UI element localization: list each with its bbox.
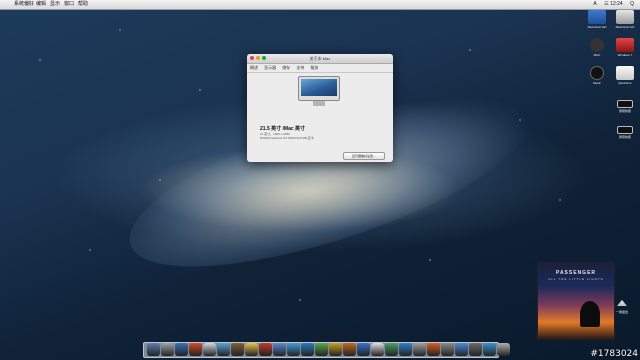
tree-silhouette [580, 301, 600, 327]
model-name: 21.5 英寸 iMac 英寸 [260, 126, 306, 132]
music-disc-icon [590, 66, 604, 80]
window-title: 关于本 Mac [309, 56, 331, 61]
menu-item[interactable]: 帮助 [78, 0, 88, 9]
dock-app-icon[interactable] [440, 343, 454, 356]
input-menu[interactable]: A [593, 1, 596, 7]
desktop-icon-screenshot-2[interactable]: 屏幕快照 [612, 126, 638, 139]
camera-icon [590, 38, 604, 52]
tab-service[interactable]: 服务 [311, 65, 319, 70]
dock-app-icon[interactable] [188, 343, 202, 356]
dock-app-icon[interactable] [300, 343, 314, 356]
imac-stand [313, 101, 325, 106]
desktop-icon-label: Macintosh HD [587, 25, 607, 29]
tab-bar: 概述 显示器 储存 支持 服务 [247, 64, 393, 73]
menu-item[interactable]: 显示 [50, 0, 60, 9]
desktop-icon-quicktime[interactable]: Quicktime [612, 66, 638, 85]
desktop-icon-label: 屏幕快照 [618, 135, 631, 139]
hard-drive-icon [588, 10, 606, 24]
dock-app-icon[interactable] [146, 343, 160, 356]
imac-display [301, 79, 337, 96]
windows-drive-icon [616, 38, 634, 52]
dock-app-icon[interactable] [370, 343, 384, 356]
screenshot-file-icon [617, 100, 633, 108]
dock-app-icon[interactable] [286, 343, 300, 356]
dock-app-icon[interactable] [244, 343, 258, 356]
tab-displays[interactable]: 显示器 [264, 65, 276, 70]
album-artist: PASSENGER [555, 270, 597, 276]
desktop-icon-windows[interactable]: Windows 7 [612, 38, 638, 57]
clock[interactable]: 三 12:24 [604, 1, 623, 7]
display-preferences-button[interactable]: 显示器偏好设置… [343, 152, 385, 160]
spotlight-icon[interactable]: Q [630, 1, 634, 7]
imac-image [298, 76, 340, 106]
desktop-icon-label: Windows 7 [617, 53, 633, 57]
dock-app-icon[interactable] [356, 343, 370, 356]
dock-app-icon[interactable] [426, 343, 440, 356]
dock-app-icon[interactable] [454, 343, 468, 356]
screenshot-file-icon [617, 126, 633, 134]
watermark: #1783024 [590, 349, 638, 359]
dock-app-icon[interactable] [412, 343, 426, 356]
menu-item[interactable]: 窗口 [64, 0, 74, 9]
dock-app-icon[interactable] [174, 343, 188, 356]
eject-all-icon[interactable]: 一键退出 [612, 300, 632, 314]
desktop-icon-label: Quicktime [618, 81, 632, 85]
tab-support[interactable]: 支持 [296, 65, 304, 70]
eject-label: 一键退出 [615, 310, 628, 314]
dock-app-icon[interactable] [258, 343, 272, 356]
dock-app-icon[interactable] [482, 343, 496, 356]
dock-app-icon[interactable] [496, 343, 510, 356]
desktop-icon-screenshot-1[interactable]: 屏幕快照 [612, 100, 638, 113]
imac-screen [298, 76, 340, 101]
dock-app-icon[interactable] [202, 343, 216, 356]
dock-app-icon[interactable] [328, 343, 342, 356]
dock-app-icon[interactable] [342, 343, 356, 356]
status-area: A 三 12:24 Q [587, 0, 634, 9]
hard-drive-icon [616, 10, 634, 24]
about-this-mac-window: 关于本 Mac 概述 显示器 储存 支持 服务 21.5 英寸 iMac 英寸 … [247, 54, 393, 162]
desktop-icon-label: Music [593, 81, 601, 85]
album-art-widget[interactable]: PASSENGER ALL THE LITTLE LIGHTS [537, 262, 615, 340]
dock-app-icon[interactable] [384, 343, 398, 356]
desktop-icon-label: Macintosh HD [615, 25, 635, 29]
menu-bar: 系统偏好 编辑 显示 窗口 帮助 A 三 12:24 Q [0, 0, 640, 10]
menu-item[interactable]: 编辑 [36, 0, 46, 9]
eject-icon [617, 300, 627, 306]
desktop-icon-label: MAC [593, 53, 601, 57]
app-icon [616, 66, 634, 80]
dock-app-icon[interactable] [314, 343, 328, 356]
desktop-icon-hd[interactable]: Macintosh HD [584, 10, 610, 29]
album-title: ALL THE LITTLE LIGHTS [548, 277, 604, 281]
graphics-spec: NVIDIA GeForce GT 640M 512 MB 显卡 [260, 136, 314, 140]
desktop-icon-label: 屏幕快照 [618, 109, 631, 113]
desktop-icon-hd2[interactable]: Macintosh HD [612, 10, 638, 29]
dock-app-icon[interactable] [468, 343, 482, 356]
tab-overview[interactable]: 概述 [250, 65, 258, 70]
dock-app-icon[interactable] [398, 343, 412, 356]
menu-item[interactable]: 系统偏好 [14, 0, 34, 9]
window-titlebar[interactable]: 关于本 Mac [247, 54, 393, 64]
dock-app-icon[interactable] [272, 343, 286, 356]
dock [143, 342, 510, 358]
dock-app-icon[interactable] [230, 343, 244, 356]
dock-app-icon[interactable] [216, 343, 230, 356]
dock-app-icon[interactable] [160, 343, 174, 356]
tab-storage[interactable]: 储存 [282, 65, 290, 70]
desktop-icon-music[interactable]: Music [584, 66, 610, 85]
desktop-icon-mac[interactable]: MAC [584, 38, 610, 57]
